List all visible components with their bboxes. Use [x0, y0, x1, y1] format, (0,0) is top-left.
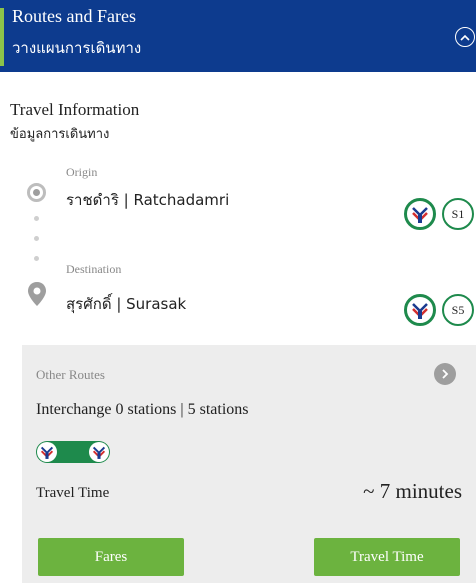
destination-station-name[interactable]: สุรศักดิ์ | Surasak	[66, 292, 186, 316]
path-dot	[34, 256, 39, 261]
other-routes-label: Other Routes	[36, 367, 105, 382]
origin-marker-icon	[27, 183, 46, 202]
other-routes-panel: Other Routes Interchange 0 stations | 5 …	[22, 345, 476, 583]
header-title: Routes and Fares	[12, 6, 136, 26]
origin-label: Origin	[66, 165, 98, 179]
origin-station-code: S1	[442, 198, 474, 230]
fares-button[interactable]: Fares	[38, 538, 184, 576]
location-pin-icon	[28, 282, 46, 306]
header-bar: Routes and Fares วางแผนการเดินทาง	[0, 0, 476, 72]
bts-logo-icon	[89, 442, 109, 462]
path-dot	[34, 236, 39, 241]
header-subtitle: วางแผนการเดินทาง	[12, 39, 142, 57]
travel-info-title: Travel Information	[10, 100, 140, 119]
header-accent	[0, 8, 4, 66]
travel-time-label: Travel Time	[36, 485, 110, 501]
arrow-right-icon[interactable]	[434, 363, 456, 385]
travel-info-subtitle: ข้อมูลการเดินทาง	[10, 127, 110, 142]
route-line-bar	[36, 441, 110, 463]
destination-label: Destination	[66, 262, 122, 276]
interchange-info: Interchange 0 stations | 5 stations	[36, 401, 249, 418]
travel-time-value: ~ 7 minutes	[363, 479, 462, 503]
chevron-up-icon[interactable]	[455, 27, 475, 47]
travel-time-button[interactable]: Travel Time	[314, 538, 460, 576]
bts-logo-icon	[404, 198, 436, 230]
origin-station-name[interactable]: ราชดำริ | Ratchadamri	[66, 188, 229, 212]
bts-logo-icon	[404, 294, 436, 326]
path-dot	[34, 216, 39, 221]
destination-station-code: S5	[442, 294, 474, 326]
bts-logo-icon	[37, 442, 57, 462]
